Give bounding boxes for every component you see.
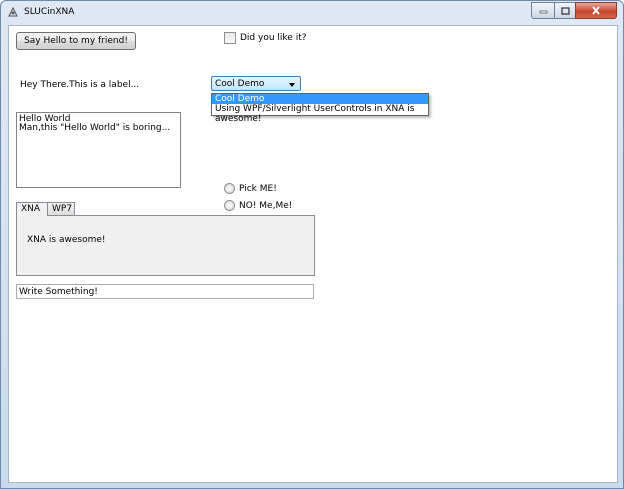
hey-there-label: Hey There.This is a label... (20, 80, 140, 90)
write-something-input[interactable] (16, 284, 314, 299)
say-hello-button[interactable]: Say Hello to my friend! (16, 32, 136, 50)
chevron-down-icon[interactable] (289, 83, 295, 87)
close-icon (592, 6, 600, 15)
tab-panel-xna: XNA is awesome! (16, 215, 315, 276)
tab-panel-text: XNA is awesome! (27, 235, 106, 245)
title-bar[interactable]: SLUCinXNA (1, 1, 623, 25)
minimize-icon (539, 10, 547, 13)
demo-combobox[interactable]: Cool Demo (211, 76, 301, 91)
did-you-like-it-checkbox[interactable]: Did you like it? (224, 32, 307, 44)
pick-me-radio[interactable]: Pick ME! (224, 183, 277, 194)
combobox-selected-value: Cool Demo (215, 79, 265, 89)
tab-wp7[interactable]: WP7 (47, 202, 75, 215)
maximize-icon (560, 6, 570, 15)
dropdown-option-wpf-silverlight[interactable]: Using WPF/Silverlight UserControls in XN… (212, 104, 428, 124)
radio-button-circle[interactable] (224, 183, 235, 194)
no-me-me-radio[interactable]: NO! Me,Me! (224, 200, 292, 211)
radio-button-circle[interactable] (224, 200, 235, 211)
app-icon (8, 6, 18, 17)
checkbox-label: Did you like it? (240, 33, 307, 43)
maximize-button[interactable] (554, 2, 575, 19)
close-button[interactable] (575, 2, 617, 19)
radio-label-pick-me: Pick ME! (239, 183, 277, 194)
minimize-button[interactable] (531, 2, 554, 19)
hello-world-textarea[interactable]: Hello World Man,this "Hello World" is bo… (16, 112, 181, 188)
radio-label-no-me-me: NO! Me,Me! (239, 200, 293, 211)
window-title: SLUCinXNA (24, 7, 75, 17)
combobox-dropdown-list: Cool Demo Using WPF/Silverlight UserCont… (211, 93, 429, 124)
checkbox-box[interactable] (224, 32, 236, 44)
textarea-line-2: Man,this "Hello World" is boring... (19, 123, 171, 133)
tab-xna[interactable]: XNA (16, 202, 48, 216)
dropdown-option-cool-demo[interactable]: Cool Demo (212, 94, 428, 104)
